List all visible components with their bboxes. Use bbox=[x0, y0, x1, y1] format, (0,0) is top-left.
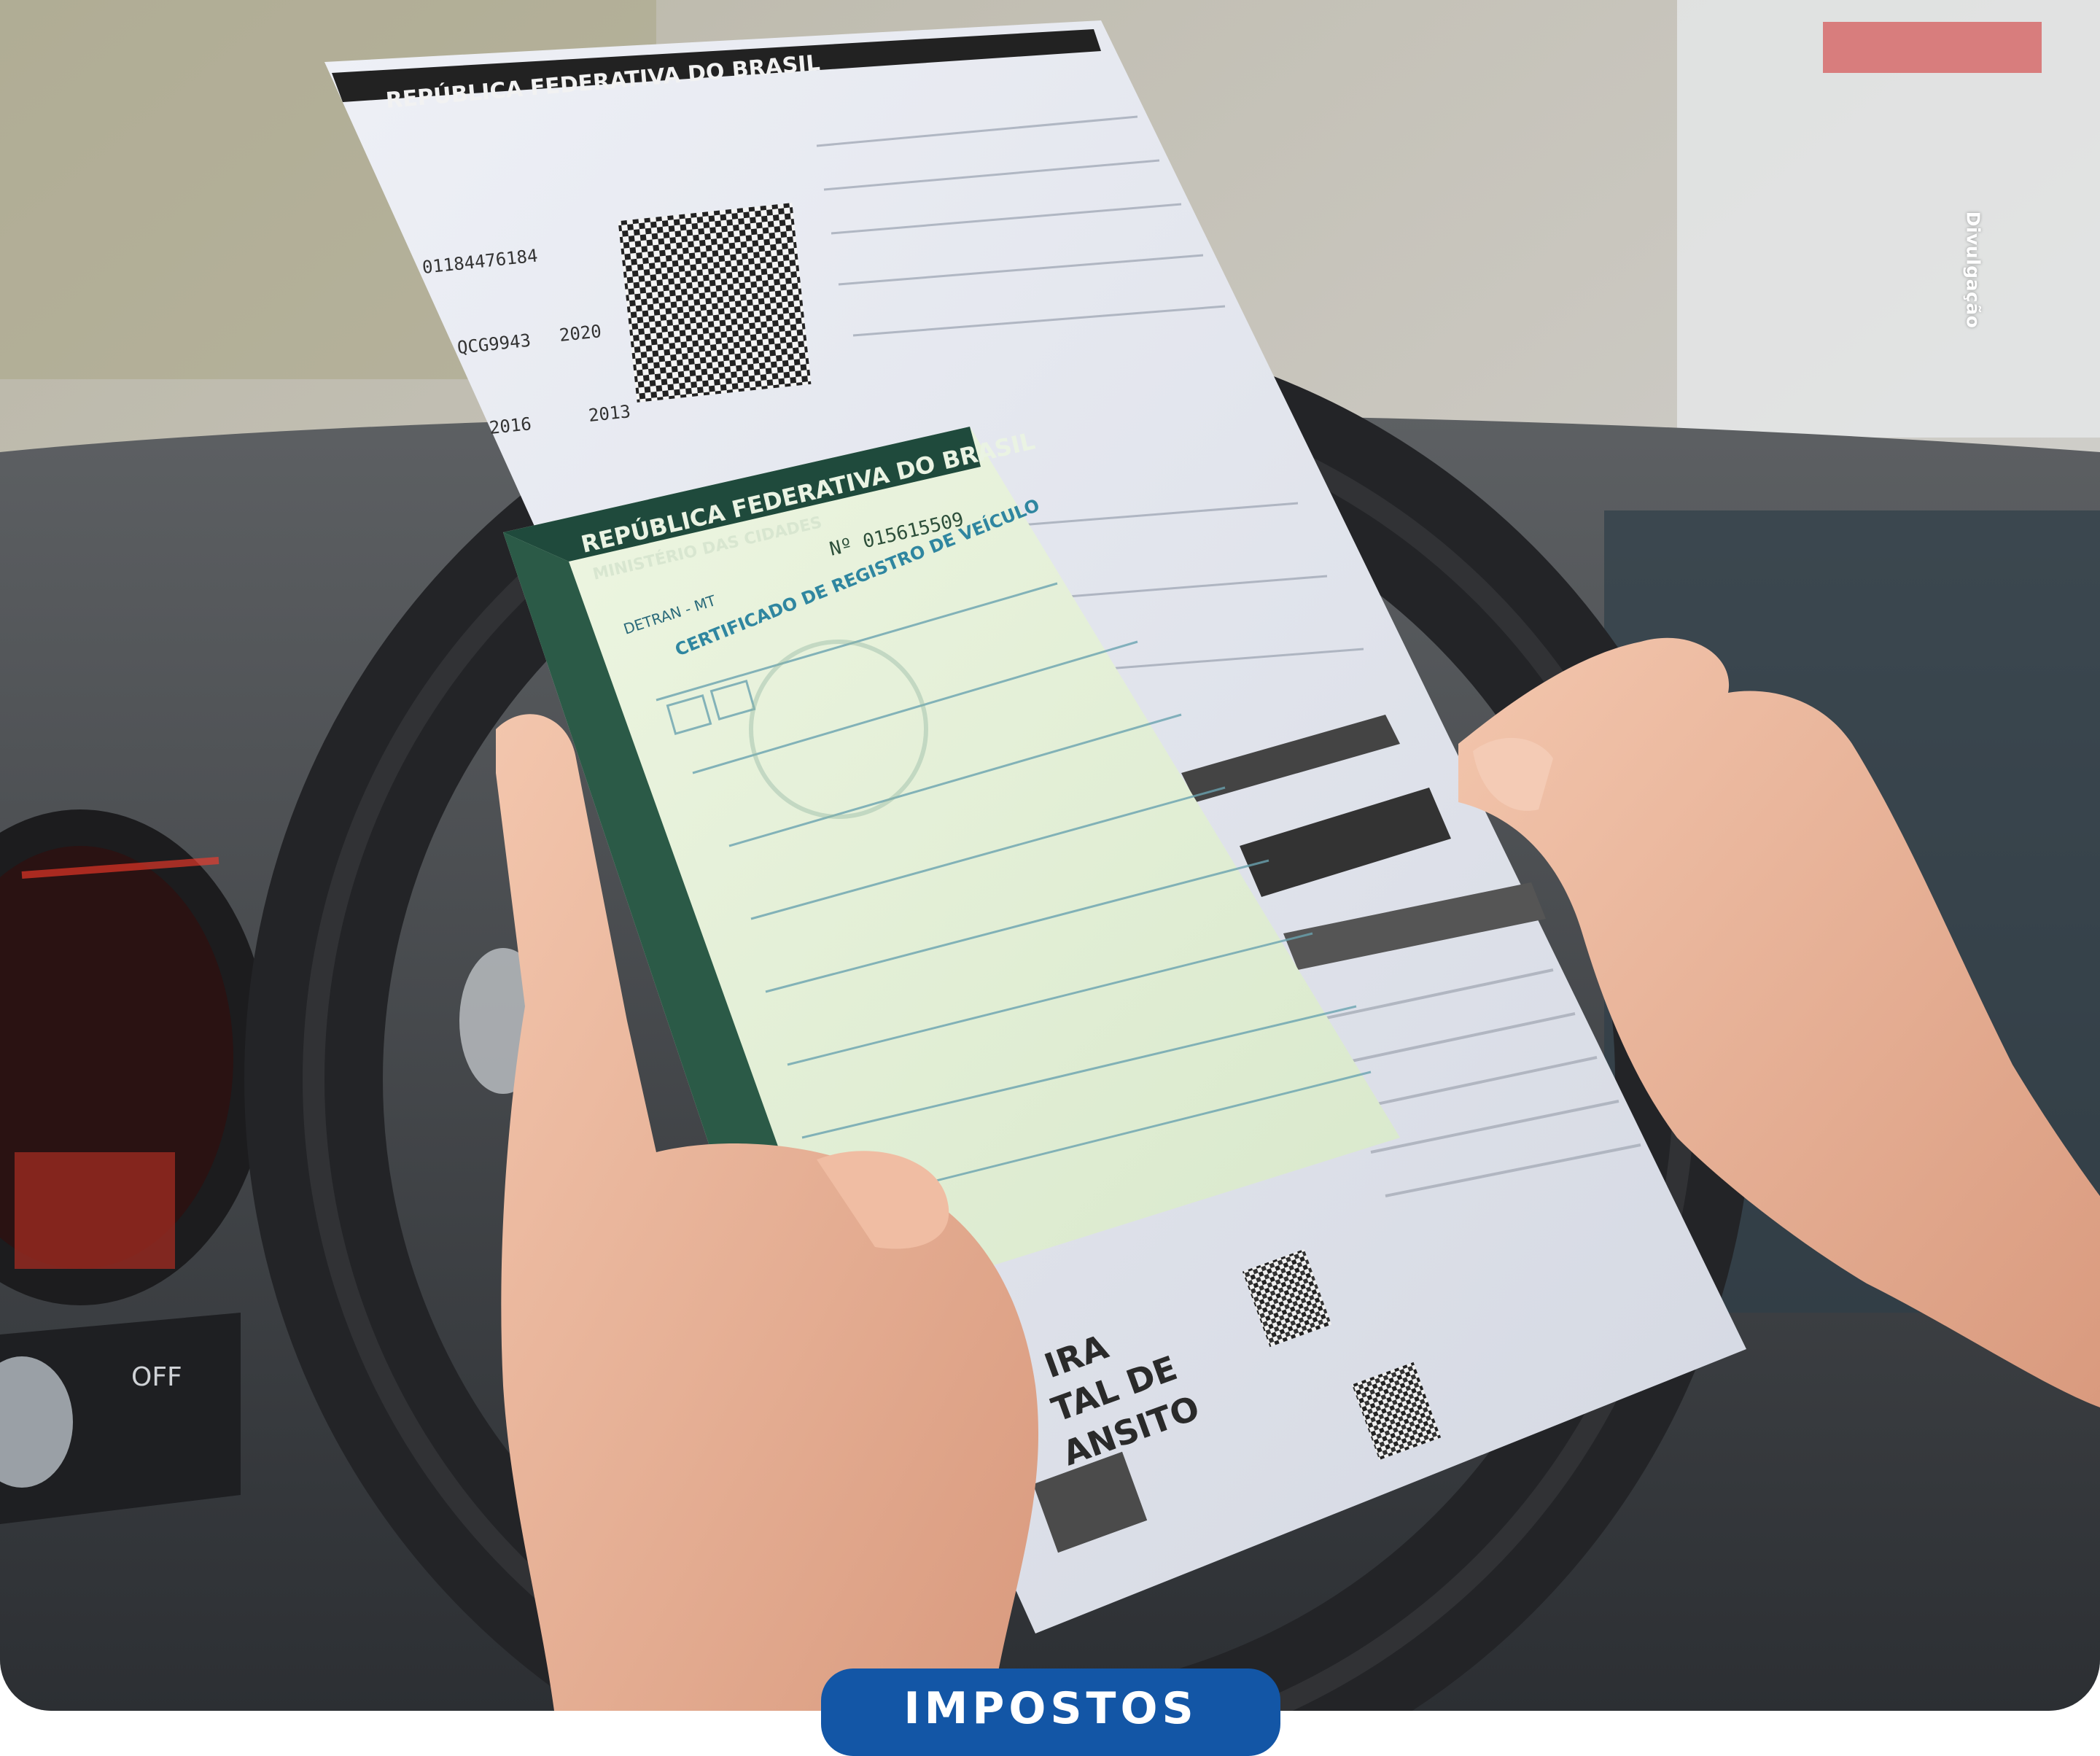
vehicle-documents-photo: OFF REPÚBLICA FEDERATIVA DO BRASIL 01184… bbox=[0, 0, 2100, 1711]
category-badge[interactable]: IMPOSTOS bbox=[821, 1668, 1280, 1756]
svg-text:OFF: OFF bbox=[131, 1362, 182, 1392]
photo-credit: Divulgação bbox=[1962, 211, 1984, 329]
photo-card: OFF REPÚBLICA FEDERATIVA DO BRASIL 01184… bbox=[0, 0, 2100, 1711]
